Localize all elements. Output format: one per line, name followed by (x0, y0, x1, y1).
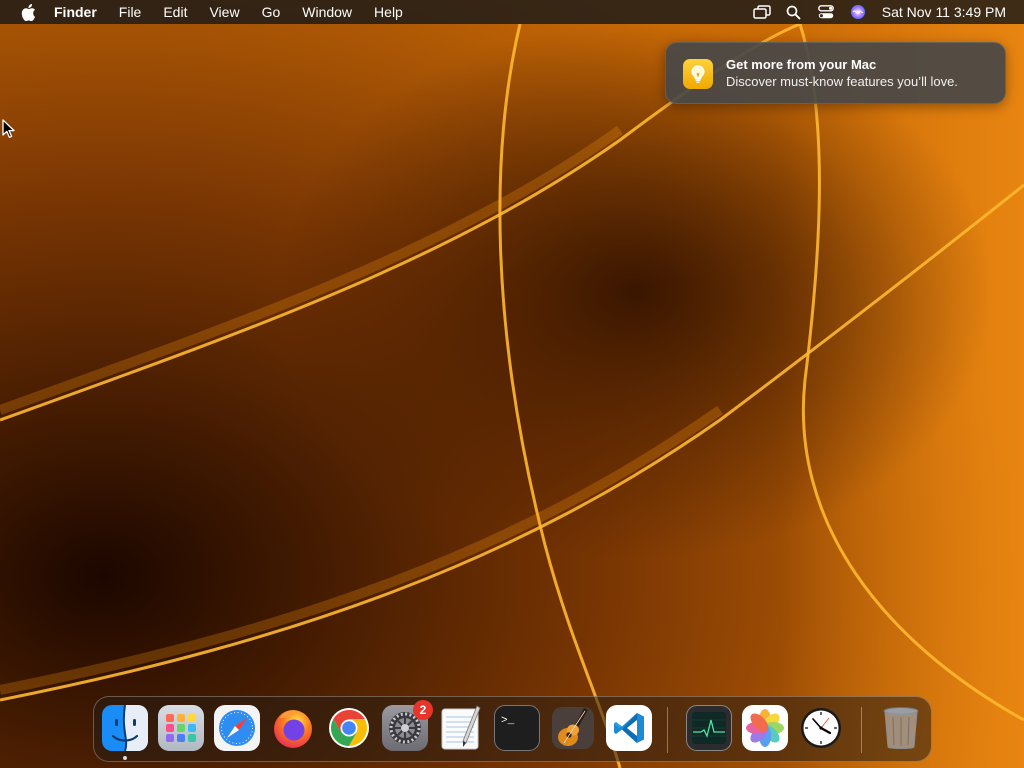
dock-safari[interactable] (214, 705, 260, 751)
finder-running-indicator (123, 756, 127, 760)
textedit-icon (441, 705, 481, 750)
notification-badge: 2 (413, 700, 433, 720)
dock-activity-monitor[interactable] (686, 705, 732, 751)
activity-monitor-icon (692, 712, 726, 744)
finder-icon (102, 705, 148, 751)
safari-icon (219, 710, 255, 746)
lightbulb-icon (683, 59, 713, 89)
notification-title: Get more from your Mac (726, 57, 877, 72)
desktop-wallpaper (0, 0, 1024, 768)
menu-file[interactable]: File (108, 0, 153, 24)
menu-edit[interactable]: Edit (152, 0, 198, 24)
menu-view[interactable]: View (198, 0, 250, 24)
dock-separator-trash (861, 707, 862, 753)
notification-body: Discover must-know features you’ll love. (726, 74, 958, 89)
menu-app-name[interactable]: Finder (51, 0, 108, 24)
siri-icon[interactable] (847, 0, 869, 24)
dock-terminal[interactable]: >_ (494, 705, 540, 751)
chrome-icon (329, 708, 369, 748)
menu-go[interactable]: Go (251, 0, 292, 24)
dock-system-settings[interactable]: 2 (382, 700, 433, 751)
dock-photos[interactable] (742, 705, 788, 751)
launchpad-icon (166, 714, 196, 742)
firefox-icon (274, 710, 312, 748)
dock-finder[interactable] (102, 705, 148, 751)
dock-textedit[interactable] (438, 705, 484, 751)
photos-icon (746, 709, 784, 747)
notification-banner[interactable]: Get more from your Mac Discover must-kno… (665, 42, 1006, 104)
dock-separator (667, 707, 668, 753)
dock-garageband[interactable] (550, 705, 596, 751)
dock-chrome[interactable] (326, 705, 372, 751)
menu-bar: Finder File Edit View Go Window Help Sat… (0, 0, 1024, 24)
vscode-icon (614, 713, 644, 743)
menu-bar-clock[interactable]: Sat Nov 11 3:49 PM (874, 4, 1024, 20)
dock-clock[interactable] (798, 705, 844, 751)
dock: 2 >_ (93, 696, 932, 762)
dock-launchpad[interactable] (158, 705, 204, 751)
dock-firefox[interactable] (270, 705, 316, 751)
terminal-icon: >_ (501, 715, 515, 727)
trash-icon (883, 707, 919, 749)
apple-menu-icon[interactable] (17, 0, 39, 24)
control-center-icon[interactable] (815, 0, 837, 24)
screen-mirroring-icon[interactable] (751, 0, 773, 24)
mouse-pointer-icon (2, 119, 15, 139)
svg-text:>_: >_ (501, 715, 515, 727)
dock-vscode[interactable] (606, 705, 652, 751)
menu-window[interactable]: Window (291, 0, 363, 24)
menu-help[interactable]: Help (363, 0, 414, 24)
garageband-icon (552, 707, 594, 749)
dock-trash[interactable] (878, 705, 924, 751)
spotlight-search-icon[interactable] (783, 0, 805, 24)
clock-icon (801, 708, 841, 748)
